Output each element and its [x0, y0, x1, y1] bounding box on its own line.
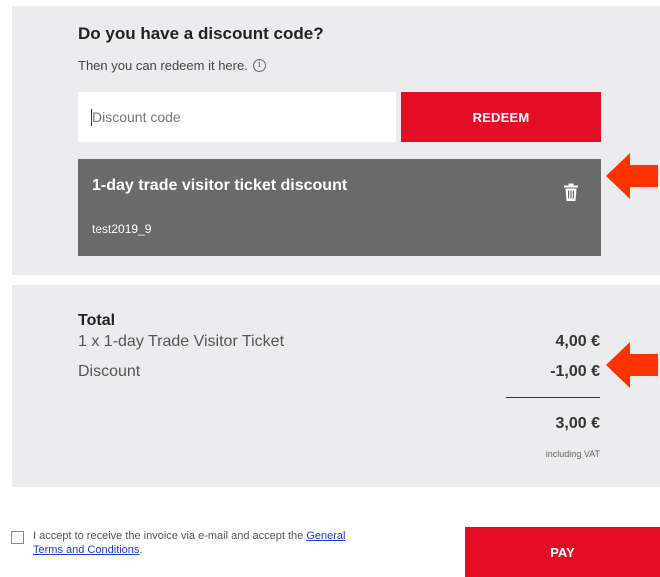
discount-panel: Do you have a discount code? Then you ca…: [12, 6, 660, 275]
redeem-button[interactable]: REDEEM: [401, 92, 601, 142]
applied-discount-code: test2019_9: [92, 222, 152, 236]
sum-divider: [506, 397, 600, 398]
info-icon[interactable]: i: [252, 59, 266, 72]
vat-note: including VAT: [545, 449, 600, 459]
line-item-ticket-price: 4,00 €: [555, 333, 600, 350]
trash-icon[interactable]: [564, 183, 578, 201]
pay-button[interactable]: PAY: [465, 527, 660, 577]
total-heading: Total: [78, 312, 116, 329]
applied-discount-title: 1-day trade visitor ticket discount: [92, 177, 348, 194]
order-summary-panel: Total 1 x 1-day Trade Visitor Ticket 4,0…: [12, 285, 660, 487]
grand-total-amount: 3,00 €: [555, 415, 600, 432]
discount-code-input[interactable]: [78, 92, 396, 142]
accept-terms-label: I accept to receive the invoice via e-ma…: [33, 530, 307, 542]
applied-discount-card: 1-day trade visitor ticket discount test…: [78, 159, 601, 256]
accept-terms-text: I accept to receive the invoice via e-ma…: [33, 529, 373, 557]
line-item-discount-label: Discount: [78, 363, 141, 380]
discount-subtitle-text: Then you can redeem it here.: [78, 58, 248, 73]
line-item-ticket-label: 1 x 1-day Trade Visitor Ticket: [78, 333, 285, 350]
line-item-discount-amount: -1,00 €: [550, 363, 600, 380]
discount-subtitle: Then you can redeem it here. i: [78, 58, 266, 73]
accept-terms-checkbox[interactable]: [11, 531, 24, 544]
arrow-annotation-total: [606, 342, 658, 388]
accept-terms-period: .: [139, 544, 143, 556]
text-cursor: [91, 109, 92, 126]
discount-heading: Do you have a discount code?: [78, 24, 324, 43]
arrow-annotation-discount: [606, 153, 658, 199]
